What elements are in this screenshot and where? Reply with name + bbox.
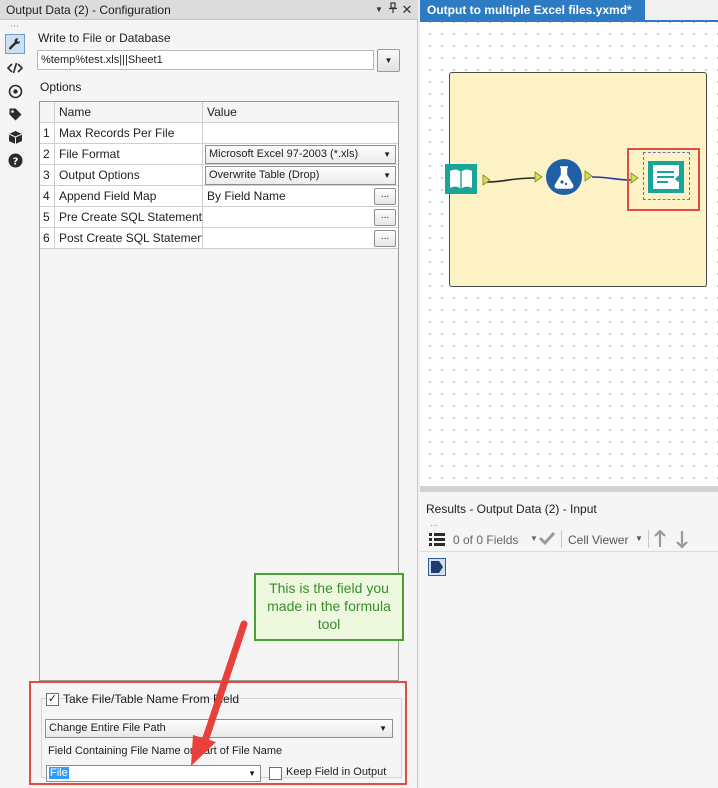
option-name: Pre Create SQL Statement bbox=[55, 207, 203, 228]
table-row[interactable]: 1 Max Records Per File bbox=[40, 123, 398, 144]
xml-code-icon[interactable] bbox=[5, 58, 25, 78]
option-name: File Format bbox=[55, 144, 203, 165]
table-row[interactable]: 2 File Format Microsoft Excel 97-2003 (*… bbox=[40, 144, 398, 165]
post-create-sql-button[interactable]: ... bbox=[374, 230, 396, 247]
configuration-title: Output Data (2) - Configuration bbox=[6, 3, 171, 17]
results-panel: Results - Output Data (2) - Input ⋯ 0 of… bbox=[420, 486, 718, 788]
workflow-tab-title: Output to multiple Excel files.yxmd* bbox=[427, 3, 632, 17]
field-list-icon[interactable] bbox=[428, 531, 446, 550]
option-name: Append Field Map bbox=[55, 186, 203, 207]
arrow-up-icon[interactable] bbox=[654, 529, 666, 551]
file-path-dropdown-button[interactable]: ▼ bbox=[377, 49, 400, 72]
toolbar-divider bbox=[648, 530, 649, 548]
option-name: Output Options bbox=[55, 165, 203, 186]
results-view-icon[interactable] bbox=[428, 558, 446, 576]
row-index: 5 bbox=[40, 207, 55, 228]
input-data-tool-icon[interactable] bbox=[442, 160, 480, 201]
file-format-value: Microsoft Excel 97-2003 (*.xls) bbox=[209, 148, 359, 160]
workflow-tab[interactable]: Output to multiple Excel files.yxmd* bbox=[420, 0, 645, 20]
table-row[interactable]: 3 Output Options Overwrite Table (Drop) … bbox=[40, 165, 398, 186]
pre-create-sql-value bbox=[203, 207, 398, 228]
row-index: 6 bbox=[40, 228, 55, 249]
annotation-callout: This is the field you made in the formul… bbox=[254, 573, 404, 641]
chevron-down-icon: ▼ bbox=[379, 724, 387, 733]
filename-mode-value: Change Entire File Path bbox=[49, 722, 166, 734]
cell-viewer-select[interactable]: Cell Viewer bbox=[568, 533, 628, 547]
take-name-from-field-checkbox[interactable]: ✓ bbox=[46, 693, 59, 706]
results-toolbar: 0 of 0 Fields ▼ Cell Viewer ▼ bbox=[420, 526, 718, 552]
tab-strip bbox=[645, 0, 718, 20]
grid-header-name: Name bbox=[55, 102, 203, 123]
filename-from-field-section: ✓ Take File/Table Name From Field Change… bbox=[29, 681, 407, 785]
grid-header-row: Name Value bbox=[40, 102, 398, 123]
configuration-panel: Output Data (2) - Configuration ▼ ✕ ⋯ ? … bbox=[0, 0, 418, 788]
file-path-input[interactable] bbox=[37, 50, 374, 70]
row-index: 3 bbox=[40, 165, 55, 186]
annotation-icon[interactable] bbox=[5, 81, 25, 101]
output-tool-highlight bbox=[627, 148, 700, 211]
option-name: Max Records Per File bbox=[55, 123, 203, 144]
wrench-icon[interactable] bbox=[5, 34, 25, 54]
chevron-down-icon: ▼ bbox=[383, 171, 391, 180]
option-name: Post Create SQL Statement bbox=[55, 228, 203, 249]
append-field-map-value: By Field Name bbox=[203, 186, 398, 207]
row-index: 4 bbox=[40, 186, 55, 207]
grip-handle-icon[interactable]: ⋯ bbox=[10, 22, 20, 31]
append-field-map-button[interactable]: ... bbox=[374, 188, 396, 205]
options-label: Options bbox=[40, 80, 82, 94]
table-row[interactable]: 4 Append Field Map By Field Name ... bbox=[40, 186, 398, 207]
output-options-value: Overwrite Table (Drop) bbox=[209, 169, 320, 181]
table-row[interactable]: 5 Pre Create SQL Statement ... bbox=[40, 207, 398, 228]
arrow-down-icon[interactable] bbox=[676, 530, 688, 551]
chevron-down-icon: ▼ bbox=[383, 150, 391, 159]
pre-create-sql-button[interactable]: ... bbox=[374, 209, 396, 226]
chevron-down-icon: ▼ bbox=[248, 769, 256, 778]
check-icon[interactable] bbox=[538, 530, 556, 549]
file-format-select[interactable]: Microsoft Excel 97-2003 (*.xls) ▼ bbox=[205, 145, 396, 164]
close-icon[interactable]: ✕ bbox=[400, 2, 414, 18]
fields-count[interactable]: 0 of 0 Fields bbox=[453, 533, 518, 547]
keep-field-checkbox[interactable] bbox=[269, 767, 282, 780]
package-icon[interactable] bbox=[5, 127, 25, 147]
pin-icon[interactable] bbox=[386, 2, 400, 18]
formula-tool-icon[interactable] bbox=[545, 158, 583, 199]
filename-field-select[interactable]: File ▼ bbox=[46, 765, 261, 782]
filename-mode-select[interactable]: Change Entire File Path ▼ bbox=[45, 719, 393, 738]
workflow-canvas[interactable] bbox=[420, 20, 718, 486]
tag-icon[interactable] bbox=[5, 104, 25, 124]
chevron-down-icon[interactable]: ▼ bbox=[530, 534, 538, 543]
configuration-titlebar: Output Data (2) - Configuration ▼ ✕ bbox=[0, 0, 418, 20]
row-index: 1 bbox=[40, 123, 55, 144]
connection-lines bbox=[482, 170, 639, 186]
row-index: 2 bbox=[40, 144, 55, 165]
field-containing-label: Field Containing File Name or Part of Fi… bbox=[48, 745, 283, 757]
filename-field-value: File bbox=[49, 767, 69, 779]
help-icon[interactable]: ? bbox=[5, 150, 25, 170]
max-records-value[interactable] bbox=[203, 123, 398, 144]
keep-field-label: Keep Field in Output bbox=[286, 766, 387, 778]
toolbar-divider bbox=[561, 530, 562, 548]
write-to-label: Write to File or Database bbox=[38, 31, 171, 45]
table-row[interactable]: 6 Post Create SQL Statement ... bbox=[40, 228, 398, 249]
chevron-down-icon[interactable]: ▼ bbox=[372, 2, 386, 18]
grid-header-index bbox=[40, 102, 55, 123]
output-options-select[interactable]: Overwrite Table (Drop) ▼ bbox=[205, 166, 396, 185]
callout-text: This is the field you made in the formul… bbox=[267, 580, 391, 632]
take-name-from-field-label: Take File/Table Name From Field bbox=[63, 692, 240, 706]
results-title: Results - Output Data (2) - Input bbox=[426, 502, 597, 516]
grid-header-value: Value bbox=[203, 102, 398, 123]
post-create-sql-value bbox=[203, 228, 398, 249]
svg-text:?: ? bbox=[12, 156, 18, 167]
chevron-down-icon[interactable]: ▼ bbox=[635, 534, 643, 543]
